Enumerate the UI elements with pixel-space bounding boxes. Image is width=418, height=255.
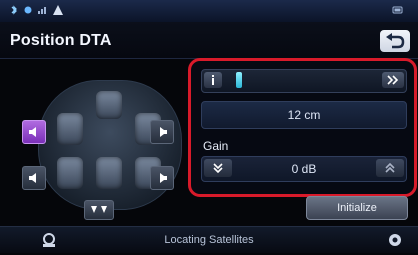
seat-rear-center[interactable] — [96, 157, 122, 189]
gain-down-button[interactable] — [204, 159, 232, 177]
status-text: Locating Satellites — [164, 234, 254, 246]
double-chevron-up-icon — [385, 162, 395, 173]
speaker-icon — [29, 173, 36, 183]
speaker-rear-right-button[interactable] — [150, 166, 174, 190]
double-chevron-down-icon — [213, 163, 223, 174]
slider-thumb[interactable] — [236, 72, 243, 88]
initialize-button[interactable]: Initialize — [306, 196, 408, 220]
gain-label: Gain — [203, 139, 229, 153]
speaker-icon — [160, 173, 167, 183]
center-console — [96, 91, 122, 119]
page-title: Position DTA — [10, 32, 112, 49]
speaker-rear-left-button[interactable] — [22, 166, 46, 190]
speaker-icon — [29, 127, 36, 137]
status-bar — [0, 0, 418, 22]
gain-control: 0 dB — [201, 156, 407, 182]
gain-value: 0 dB — [291, 162, 317, 176]
settings-icon[interactable] — [382, 230, 408, 250]
double-chevron-right-icon — [387, 75, 399, 85]
slider-increase-button[interactable] — [382, 72, 404, 88]
bluetooth-icon — [11, 5, 17, 15]
return-arrow-icon — [386, 33, 405, 49]
back-button[interactable] — [380, 30, 410, 52]
signal-icon — [38, 7, 46, 14]
slider-decrease-button[interactable] — [204, 72, 222, 88]
title-bar: Position DTA — [0, 22, 418, 59]
phone-icon — [24, 6, 32, 14]
bottom-bar: Locating Satellites — [0, 226, 418, 253]
subwoofer-icon — [91, 206, 107, 213]
battery-icon — [392, 6, 403, 14]
warning-icon — [53, 5, 63, 15]
seat-map — [38, 80, 182, 210]
gain-up-button[interactable] — [376, 159, 404, 177]
seat-front-left[interactable] — [57, 113, 83, 145]
distance-value: 12 cm — [287, 108, 321, 122]
position-control-panel: 12 cm Gain 0 dB — [188, 58, 417, 197]
speaker-front-left-button[interactable] — [22, 120, 46, 144]
speaker-front-right-button[interactable] — [150, 120, 174, 144]
speaker-icon — [160, 127, 167, 137]
info-icon — [212, 75, 214, 85]
distance-slider[interactable] — [201, 69, 407, 93]
distance-value-box: 12 cm — [201, 101, 407, 129]
seat-rear-left[interactable] — [57, 157, 83, 189]
subwoofer-button[interactable] — [84, 200, 114, 220]
